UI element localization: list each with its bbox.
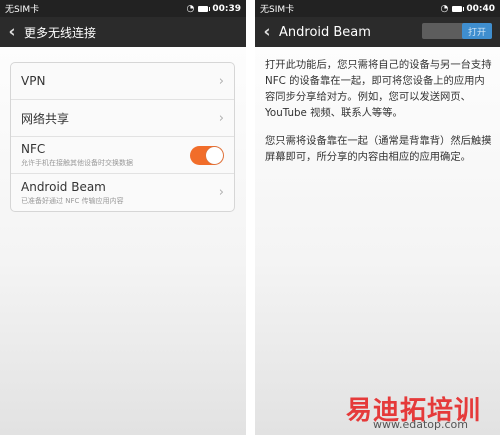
- wifi-icon: ◔: [186, 3, 195, 14]
- chevron-right-icon: ›: [218, 110, 224, 126]
- watermark-url: www.edatop.com: [373, 418, 468, 431]
- page-title: Android Beam: [279, 24, 371, 40]
- title-bar: ‹ 更多无线连接: [0, 17, 246, 47]
- left-screen: 无SIM卡 ◔ 00:39 ‹ 更多无线连接 VPN › 网络共享 › NFC …: [0, 0, 246, 435]
- back-arrow-icon[interactable]: ‹: [0, 22, 24, 42]
- status-bar: 无SIM卡 ◔ 00:39: [0, 0, 246, 17]
- back-arrow-icon[interactable]: ‹: [255, 22, 279, 42]
- right-screen: 无SIM卡 ◔ 00:40 ‹ Android Beam 打开 打开此功能后，您…: [255, 0, 500, 435]
- android-beam-description: 已准备好通过 NFC 传输应用内容: [21, 196, 124, 205]
- toggle-on-label: 打开: [462, 23, 492, 39]
- nfc-toggle[interactable]: [190, 145, 224, 165]
- android-beam-label: Android Beam: [21, 179, 106, 194]
- clock: 00:39: [212, 3, 241, 14]
- status-bar: 无SIM卡 ◔ 00:40: [255, 0, 500, 17]
- settings-list: VPN › 网络共享 › NFC 允许手机在接触其他设备时交换数据 Androi…: [10, 62, 235, 212]
- description: 打开此功能后，您只需将自己的设备与另一台支持 NFC 的设备靠在一起，即可将您设…: [255, 47, 500, 165]
- nfc-row[interactable]: NFC 允许手机在接触其他设备时交换数据: [11, 137, 234, 174]
- page-title: 更多无线连接: [24, 25, 97, 40]
- carrier-label: 无SIM卡: [260, 5, 295, 15]
- vpn-label: VPN: [21, 74, 46, 88]
- chevron-right-icon: ›: [218, 73, 224, 89]
- battery-icon: [198, 5, 211, 12]
- tethering-row[interactable]: 网络共享 ›: [11, 100, 234, 137]
- carrier-label: 无SIM卡: [5, 5, 40, 15]
- nfc-description: 允许手机在接触其他设备时交换数据: [21, 159, 133, 167]
- wifi-icon: ◔: [440, 3, 449, 14]
- toggle-knob: [206, 146, 223, 164]
- vpn-row[interactable]: VPN ›: [11, 63, 234, 100]
- android-beam-row[interactable]: Android Beam 已准备好通过 NFC 传输应用内容 ›: [11, 174, 234, 211]
- android-beam-toggle[interactable]: 打开: [422, 23, 492, 39]
- description-paragraph: 打开此功能后，您只需将自己的设备与另一台支持 NFC 的设备靠在一起，即可将您设…: [265, 59, 492, 119]
- description-paragraph: 您只需将设备靠在一起（通常是背靠背）然后触摸屏幕即可，所分享的内容由相应的应用确…: [265, 135, 492, 163]
- tethering-label: 网络共享: [21, 111, 70, 126]
- chevron-right-icon: ›: [218, 185, 224, 200]
- clock: 00:40: [466, 3, 495, 14]
- nfc-label: NFC: [21, 142, 46, 156]
- battery-icon: [452, 5, 465, 12]
